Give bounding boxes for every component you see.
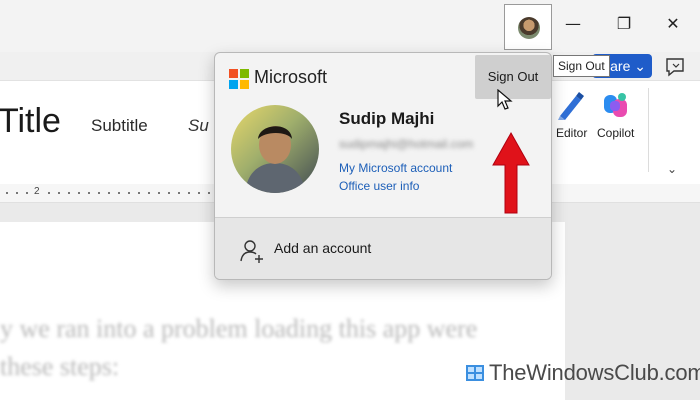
style-subtle[interactable]: Su [188, 116, 209, 136]
minimize-button[interactable]: — [563, 14, 583, 34]
close-button[interactable]: ✕ [663, 14, 683, 34]
comments-icon[interactable] [664, 56, 686, 78]
restore-button[interactable]: ❐ [614, 14, 634, 34]
copilot-icon[interactable] [601, 90, 631, 122]
avatar [518, 17, 540, 39]
brand-name: Microsoft [254, 67, 328, 87]
editor-icon[interactable] [556, 90, 586, 122]
user-photo [231, 105, 319, 193]
editor-button-label[interactable]: Editor [556, 126, 587, 140]
user-email: sudipmajhi@hotmail.com [339, 137, 474, 151]
red-arrow-annotation-icon [492, 131, 530, 214]
ribbon-expand-chevron-icon[interactable]: ⌄ [667, 162, 677, 176]
watermark-text: TheWindowsClub.com [489, 360, 700, 385]
ribbon-divider [648, 88, 649, 172]
mouse-cursor-icon [497, 89, 513, 110]
user-name: Sudip Majhi [339, 109, 435, 128]
account-flyout: Microsoft Sign Out Sudip Majhi sudipmajh… [214, 52, 552, 280]
title-bar: — ❐ ✕ [0, 0, 700, 52]
style-title[interactable]: Title [0, 102, 61, 141]
microsoft-logo-icon [229, 69, 249, 89]
office-user-info-link[interactable]: Office user info [339, 179, 419, 193]
style-subtitle[interactable]: Subtitle [91, 116, 148, 136]
ruler-number: 2 [34, 186, 40, 197]
copilot-button-label[interactable]: Copilot [597, 126, 634, 140]
windows-club-logo-icon [466, 365, 484, 381]
watermark: TheWindowsClub.com [465, 360, 700, 386]
sign-out-tooltip: Sign Out [553, 55, 610, 77]
add-person-icon [240, 240, 263, 263]
add-account-label: Add an account [274, 240, 372, 256]
document-line: y we ran into a problem loading this app… [0, 314, 478, 343]
add-account-button[interactable]: Add an account [215, 218, 551, 279]
document-line: these steps: [0, 352, 120, 381]
sign-out-button[interactable]: Sign Out [475, 55, 551, 99]
my-microsoft-account-link[interactable]: My Microsoft account [339, 161, 452, 175]
account-avatar-button[interactable] [504, 4, 552, 50]
